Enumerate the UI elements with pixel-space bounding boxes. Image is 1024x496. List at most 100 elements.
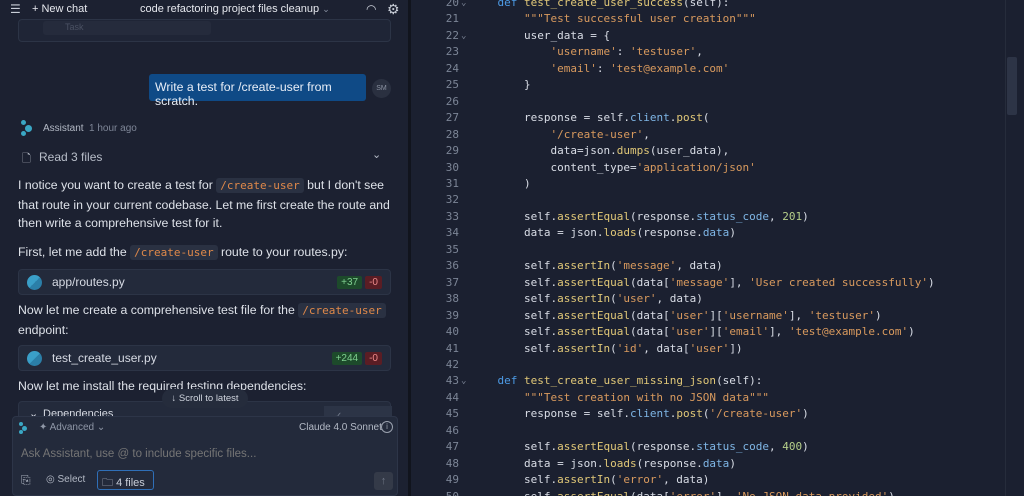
assistant-logo-icon xyxy=(19,119,35,137)
code-line[interactable]: 49 self.assertIn('error', data) xyxy=(411,472,1011,488)
lines-removed: -0 xyxy=(365,275,382,289)
code-line[interactable]: 45 response = self.client.post('/create-… xyxy=(411,406,1011,422)
code-line[interactable]: 43 ⌄ def test_create_user_missing_json(se… xyxy=(411,373,1011,389)
code-token: ( xyxy=(610,473,617,487)
code-token: 'No JSON data provided' xyxy=(736,490,888,496)
inline-code: /create-user xyxy=(298,303,386,318)
code-token: ) xyxy=(802,209,809,223)
code-line[interactable]: 38 self.assertIn('user', data) xyxy=(411,291,1011,307)
code-line[interactable]: 23 'username': 'testuser', xyxy=(411,44,1011,60)
code-token: self. xyxy=(471,275,558,289)
select-button[interactable]: ◎ Select xyxy=(46,474,85,485)
menu-icon[interactable]: ☰ xyxy=(10,2,21,16)
read-files-toggle[interactable]: 🗋 Read 3 files ⌄ xyxy=(18,149,391,167)
code-token: self. xyxy=(471,325,558,339)
code-line[interactable]: 37 self.assertEqual(data['message'], 'Us… xyxy=(411,275,1011,291)
code-token: assertEqual xyxy=(557,490,630,496)
fold-chevron-icon[interactable]: ⌄ xyxy=(461,0,466,11)
code-line[interactable]: 27 response = self.client.post( xyxy=(411,110,1011,126)
file-change-card[interactable]: test_create_user.py +244 -0 xyxy=(18,345,391,371)
code-line[interactable]: 50 self.assertEqual(data['error'], 'No J… xyxy=(411,489,1011,496)
code-line[interactable]: 36 self.assertIn('message', data) xyxy=(411,258,1011,274)
line-number: 46 xyxy=(445,423,459,437)
code-line[interactable]: 48 data = json.loads(response.data) xyxy=(411,456,1011,472)
code-line[interactable]: 28 '/create-user', xyxy=(411,127,1011,143)
code-token: test_create_user_success xyxy=(524,0,683,9)
code-token: (data[ xyxy=(629,308,670,322)
code-line[interactable]: 30 content_type='application/json' xyxy=(411,160,1011,176)
code-line[interactable]: 21 """Test successful user creation""" xyxy=(411,11,1011,27)
code-line[interactable]: 29 data=json.dumps(user_data), xyxy=(411,143,1011,159)
code-line[interactable]: 33 self.assertEqual(response.status_code… xyxy=(411,209,1011,225)
code-line[interactable]: 46 xyxy=(411,423,1011,439)
chat-input[interactable] xyxy=(21,445,391,463)
code-text: response = self.client.post('/create-use… xyxy=(471,406,809,422)
code-line[interactable]: 42 xyxy=(411,357,1011,373)
info-icon[interactable]: i xyxy=(381,421,393,433)
attach-icon[interactable]: ⎘ xyxy=(21,473,31,488)
code-token: assertEqual xyxy=(557,440,630,454)
task-item[interactable]: Task xyxy=(43,21,211,35)
code-line[interactable]: 20 ⌄ def test_create_user_success(self): xyxy=(411,0,1011,11)
code-token: assertEqual xyxy=(557,275,630,289)
editor-scrollbar-thumb[interactable] xyxy=(1007,57,1017,115)
code-line[interactable]: 32 xyxy=(411,192,1011,208)
line-number: 23 xyxy=(445,45,459,59)
assistant-paragraph: First, let me add the /create-user route… xyxy=(18,245,348,260)
code-token: data = json. xyxy=(471,456,604,470)
files-context-button[interactable]: 🗀 4 files xyxy=(97,470,154,490)
advanced-mode-dropdown[interactable]: ✦ Advanced ⌄ xyxy=(39,422,105,433)
code-token: ], xyxy=(729,275,750,289)
code-line[interactable]: 47 self.assertEqual(response.status_code… xyxy=(411,439,1011,455)
code-token: ( xyxy=(610,341,617,355)
new-chat-button[interactable]: + New chat xyxy=(32,3,87,15)
code-token: def xyxy=(497,0,518,9)
scroll-to-latest-button[interactable]: ↓ Scroll to latest xyxy=(162,389,248,408)
code-token: ) xyxy=(471,176,531,190)
code-token: self. xyxy=(471,209,558,223)
line-number: 47 xyxy=(445,440,459,454)
code-line[interactable]: 25 } xyxy=(411,77,1011,93)
line-number: 30 xyxy=(445,160,459,174)
send-button[interactable]: ↑ xyxy=(374,472,393,490)
code-token: (data[ xyxy=(629,275,670,289)
code-line[interactable]: 26 xyxy=(411,94,1011,110)
assistant-name: Assistant xyxy=(43,123,84,134)
code-token: ]) xyxy=(729,341,743,355)
code-text: self.assertEqual(data['user']['username'… xyxy=(471,308,882,324)
code-line[interactable]: 22 ⌄ user_data = { xyxy=(411,28,1011,44)
code-token: data = json. xyxy=(471,226,604,240)
model-selector[interactable]: Claude 4.0 Sonnet xyxy=(299,422,382,433)
code-line[interactable]: 41 self.assertIn('id', data['user']) xyxy=(411,341,1011,357)
fold-chevron-icon[interactable]: ⌄ xyxy=(461,373,466,389)
code-token: data xyxy=(702,226,730,240)
code-line[interactable]: 40 self.assertEqual(data['user']['email'… xyxy=(411,324,1011,340)
code-line[interactable]: 35 xyxy=(411,242,1011,258)
assistant-paragraph: Now let me create a comprehensive test f… xyxy=(18,301,398,339)
gauge-icon[interactable]: ◠ xyxy=(366,2,376,16)
code-line[interactable]: 24 'email': 'test@example.com' xyxy=(411,61,1011,77)
code-token: ) xyxy=(729,456,736,470)
chat-title-dropdown[interactable]: code refactoring project files cleanup ⌄ xyxy=(140,3,330,15)
inline-code: /create-user xyxy=(216,178,304,193)
code-token: 'error' xyxy=(616,473,664,487)
code-token: assertIn xyxy=(557,473,611,487)
gear-icon[interactable]: ⚙ xyxy=(387,1,400,18)
fold-chevron-icon[interactable]: ⌄ xyxy=(461,28,466,44)
code-token: 'user' xyxy=(616,292,657,306)
code-line[interactable]: 34 data = json.loads(response.data) xyxy=(411,225,1011,241)
code-token: , xyxy=(643,127,650,141)
code-token: test_create_user_missing_json xyxy=(524,374,717,388)
code-line[interactable]: 44 """Test creation with no JSON data""" xyxy=(411,390,1011,406)
code-line[interactable]: 39 self.assertEqual(data['user']['userna… xyxy=(411,308,1011,324)
code-token: (response. xyxy=(636,226,703,240)
code-token: (self): xyxy=(716,374,763,388)
code-line[interactable]: 31 ) xyxy=(411,176,1011,192)
code-text: response = self.client.post( xyxy=(471,110,709,126)
file-change-card[interactable]: app/routes.py +37 -0 xyxy=(18,269,391,295)
line-number: 49 xyxy=(445,473,459,487)
code-token: 'user' xyxy=(669,325,710,339)
code-token: (response. xyxy=(636,456,703,470)
